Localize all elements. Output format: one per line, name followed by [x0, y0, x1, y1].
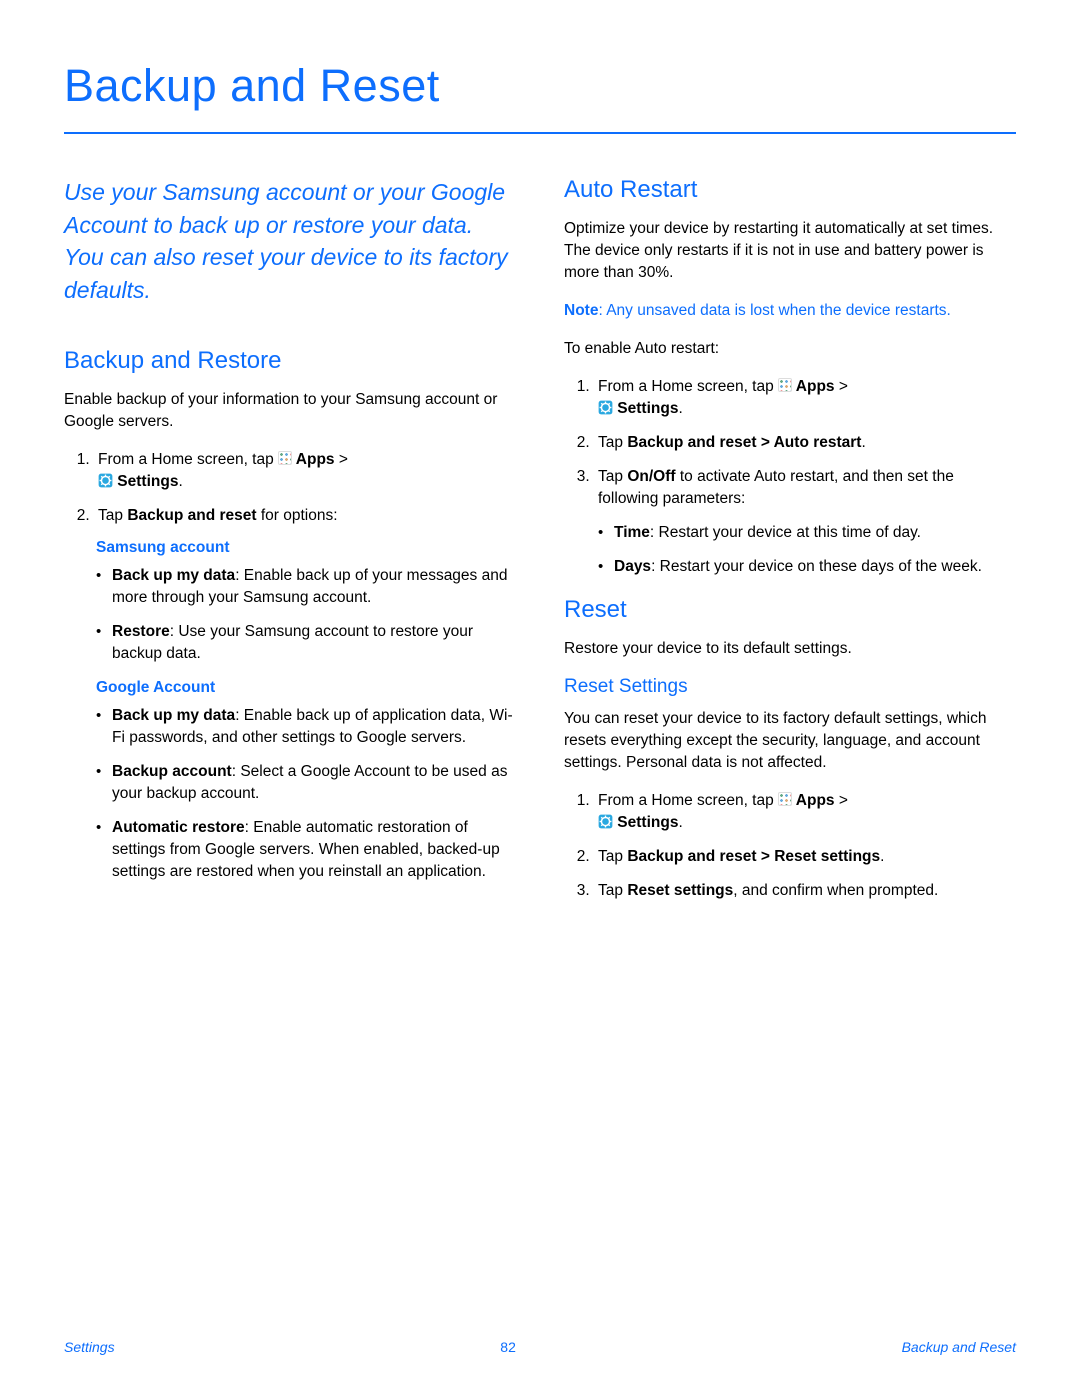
reset-body: Restore your device to its default setti… — [564, 638, 1016, 660]
settings-icon — [598, 400, 613, 415]
auto-restart-note: Note: Any unsaved data is lost when the … — [564, 300, 1016, 322]
apps-label: Apps — [792, 378, 834, 395]
footer-right: Backup and Reset — [902, 1339, 1016, 1355]
google-bullets: Back up my data: Enable back up of appli… — [64, 705, 516, 883]
auto-restart-heading: Auto Restart — [564, 176, 1016, 204]
bullet-bold: Restore — [112, 623, 170, 640]
note-bold: Note — [564, 302, 598, 319]
step-text: From a Home screen, tap — [98, 451, 278, 468]
intro-text: Use your Samsung account or your Google … — [64, 176, 516, 307]
left-column: Use your Samsung account or your Google … — [64, 176, 516, 914]
apps-label: Apps — [292, 451, 334, 468]
backup-step-1: From a Home screen, tap Apps > Settings. — [94, 449, 516, 493]
bullet-bold: Automatic restore — [112, 819, 245, 836]
google-bullet-2: Backup account: Select a Google Account … — [112, 761, 516, 805]
step-text: From a Home screen, tap — [598, 378, 778, 395]
auto-restart-body: Optimize your device by restarting it au… — [564, 218, 1016, 284]
bullet-text: : Restart your device at this time of da… — [650, 524, 921, 541]
reset-settings-heading: Reset Settings — [564, 676, 1016, 698]
step-end: . — [678, 400, 682, 417]
step-end: for options: — [257, 507, 338, 524]
auto-step-3: Tap On/Off to activate Auto restart, and… — [594, 466, 1016, 578]
page-footer: Settings 82 Backup and Reset — [64, 1339, 1016, 1355]
samsung-account-label: Samsung account — [96, 539, 516, 557]
rs-step-2: Tap Backup and reset > Reset settings. — [594, 846, 1016, 868]
samsung-bullet-2: Restore: Use your Samsung account to res… — [112, 621, 516, 665]
note-text: : Any unsaved data is lost when the devi… — [598, 302, 950, 319]
step-bold: On/Off — [627, 468, 675, 485]
auto-step-2: Tap Backup and reset > Auto restart. — [594, 432, 1016, 454]
reset-settings-body: You can reset your device to its factory… — [564, 708, 1016, 774]
footer-left: Settings — [64, 1339, 115, 1355]
bullet-bold: Backup account — [112, 763, 232, 780]
settings-icon — [598, 814, 613, 829]
apps-label: Apps — [792, 792, 834, 809]
auto-step-1: From a Home screen, tap Apps > Settings. — [594, 376, 1016, 420]
backup-restore-heading: Backup and Restore — [64, 347, 516, 375]
samsung-bullets: Back up my data: Enable back up of your … — [64, 565, 516, 665]
bullet-bold: Time — [614, 524, 650, 541]
samsung-bullet-1: Back up my data: Enable back up of your … — [112, 565, 516, 609]
right-column: Auto Restart Optimize your device by res… — [564, 176, 1016, 914]
apps-icon — [778, 378, 792, 392]
reset-heading: Reset — [564, 596, 1016, 624]
bullet-bold: Back up my data — [112, 567, 235, 584]
backup-step-2: Tap Backup and reset for options: — [94, 505, 516, 527]
step-sep: > — [835, 792, 848, 809]
google-bullet-3: Automatic restore: Enable automatic rest… — [112, 817, 516, 883]
step-text: Tap — [598, 882, 627, 899]
step-text: Tap — [598, 848, 627, 865]
settings-label: Settings — [613, 814, 678, 831]
step-sep: > — [835, 378, 848, 395]
reset-settings-steps: From a Home screen, tap Apps > Settings.… — [564, 790, 1016, 902]
bullet-bold: Days — [614, 558, 651, 575]
settings-icon — [98, 473, 113, 488]
step-end: . — [178, 473, 182, 490]
step-text: Tap — [598, 468, 627, 485]
auto-restart-enable: To enable Auto restart: — [564, 338, 1016, 360]
step-sep: > — [335, 451, 348, 468]
settings-label: Settings — [113, 473, 178, 490]
step-text: Tap — [598, 434, 627, 451]
auto-steps: From a Home screen, tap Apps > Settings.… — [564, 376, 1016, 578]
step-text: Tap — [98, 507, 127, 524]
backup-restore-body: Enable backup of your information to you… — [64, 389, 516, 433]
step-end: . — [861, 434, 865, 451]
step-bold: Reset settings — [627, 882, 733, 899]
step-bold: Backup and reset > Auto restart — [627, 434, 861, 451]
apps-icon — [278, 451, 292, 465]
bullet-text: : Restart your device on these days of t… — [651, 558, 982, 575]
step-bold: Backup and reset — [127, 507, 256, 524]
step-end: , and confirm when prompted. — [733, 882, 938, 899]
step-bold: Backup and reset > Reset settings — [627, 848, 880, 865]
google-bullet-1: Back up my data: Enable back up of appli… — [112, 705, 516, 749]
auto-params: Time: Restart your device at this time o… — [598, 522, 1016, 578]
step-end: . — [678, 814, 682, 831]
rs-step-1: From a Home screen, tap Apps > Settings. — [594, 790, 1016, 834]
google-account-label: Google Account — [96, 679, 516, 697]
step-end: . — [880, 848, 884, 865]
rs-step-3: Tap Reset settings, and confirm when pro… — [594, 880, 1016, 902]
title-rule — [64, 132, 1016, 134]
settings-label: Settings — [613, 400, 678, 417]
apps-icon — [778, 792, 792, 806]
bullet-bold: Back up my data — [112, 707, 235, 724]
page-title: Backup and Reset — [64, 60, 1016, 112]
footer-page-number: 82 — [500, 1339, 516, 1355]
auto-param-time: Time: Restart your device at this time o… — [614, 522, 1016, 544]
step-text: From a Home screen, tap — [598, 792, 778, 809]
auto-param-days: Days: Restart your device on these days … — [614, 556, 1016, 578]
backup-steps: From a Home screen, tap Apps > Settings.… — [64, 449, 516, 527]
